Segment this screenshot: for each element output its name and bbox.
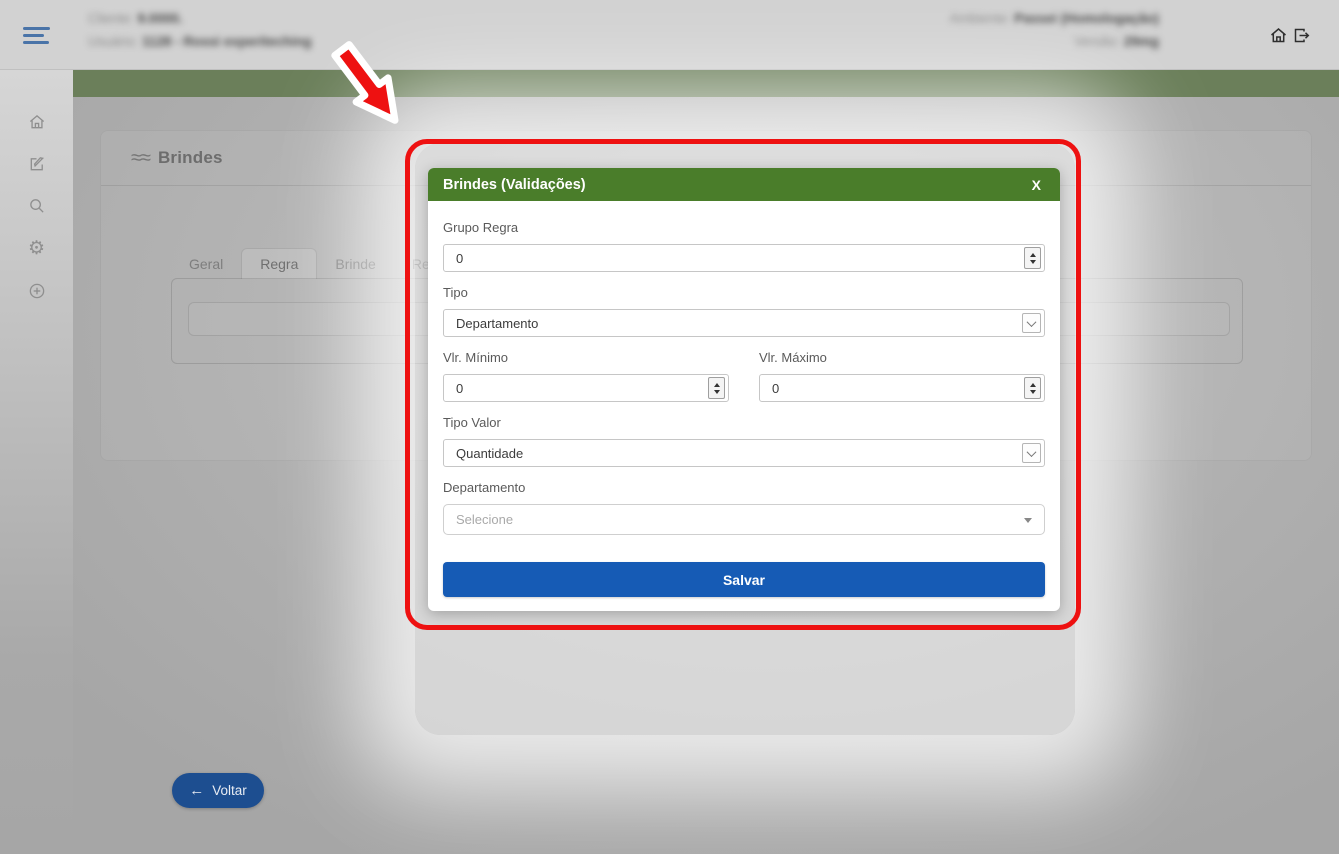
modal-body: Grupo Regra Tipo Departamento Vlr. Mínim… [428,201,1060,597]
client-label: Cliente: [88,11,134,26]
field-tipo-valor: Tipo Valor Quantidade [443,415,1045,467]
plus-circle-icon[interactable] [27,281,47,301]
close-icon[interactable]: X [1028,175,1045,195]
back-arrow-icon: ← [189,782,205,799]
env-version-info-blurred: Ambiente: Passei (Homologação) Versão: 2… [950,11,1159,57]
number-spinner-icon[interactable] [708,377,725,399]
tipo-select[interactable]: Departamento [443,309,1045,337]
tipo-label: Tipo [443,285,468,300]
vlr-maximo-input[interactable] [759,374,1045,402]
vlr-minimo-label: Vlr. Mínimo [443,350,509,365]
grupo-regra-label: Grupo Regra [443,220,519,235]
field-grupo-regra: Grupo Regra [443,220,1045,272]
top-header-bar: Cliente: 9.0000. Usuário: 1128 - Rossi e… [0,0,1339,70]
user-value: 1128 - Rossi experiteching [142,34,312,49]
tipo-valor-select[interactable]: Quantidade [443,439,1045,467]
grupo-regra-input-value[interactable] [456,245,1044,271]
vlr-maximo-input-value[interactable] [772,375,1044,401]
home-icon[interactable] [27,112,47,132]
search-icon[interactable] [27,196,47,216]
chevron-down-icon[interactable] [1022,443,1041,463]
version-label: Versão: [1074,34,1120,49]
grupo-regra-input[interactable] [443,244,1045,272]
chevron-down-icon[interactable] [1022,313,1041,333]
field-vlr-minimo: Vlr. Mínimo [443,350,729,402]
salvar-button[interactable]: Salvar [443,562,1045,597]
brindes-validacoes-modal: Brindes (Validações) X Grupo Regra Tipo … [428,168,1060,611]
gear-icon[interactable]: ⚙ [27,238,47,258]
field-row-vlr: Vlr. Mínimo Vlr. Máximo [443,350,1045,402]
version-value: 29mg [1123,34,1159,49]
tipo-valor-select-value: Quantidade [456,445,524,461]
user-label: Usuário: [88,34,139,49]
field-departamento: Departamento Selecione [443,480,1045,535]
edit-icon[interactable] [27,154,47,174]
client-value: 9.0000. [137,11,183,26]
page-title: Brindes [157,148,223,167]
modal-header: Brindes (Validações) X [428,168,1060,201]
modal-title: Brindes (Validações) [443,176,586,193]
tipo-valor-label: Tipo Valor [443,415,501,430]
vlr-maximo-label: Vlr. Máximo [759,350,827,365]
vlr-minimo-input[interactable] [443,374,729,402]
home-icon[interactable] [1269,26,1288,45]
client-user-info-blurred: Cliente: 9.0000. Usuário: 1128 - Rossi e… [88,11,312,57]
env-value: Passei (Homologação) [1014,11,1159,26]
number-spinner-icon[interactable] [1024,247,1041,269]
waves-icon: ≈≈ [131,146,151,169]
hamburger-menu-icon[interactable] [23,27,51,45]
vlr-minimo-input-value[interactable] [456,375,728,401]
logout-icon[interactable] [1292,26,1311,45]
voltar-button-label: Voltar [212,783,247,798]
departamento-label: Departamento [443,480,526,495]
voltar-button[interactable]: ← Voltar [172,773,264,808]
tab-regra[interactable]: Regra [241,248,318,279]
env-label: Ambiente: [949,11,1011,26]
page-green-banner [73,70,1339,97]
sidebar-nav: ⚙ [0,70,73,854]
tipo-select-value: Departamento [456,315,539,331]
departamento-select[interactable]: Selecione [443,504,1045,535]
field-vlr-maximo: Vlr. Máximo [759,350,1045,402]
number-spinner-icon[interactable] [1024,377,1041,399]
tab-brinde[interactable]: Brinde [317,249,393,279]
caret-down-icon [1024,518,1032,523]
tab-geral[interactable]: Geral [171,249,241,279]
departamento-placeholder: Selecione [456,512,514,527]
field-tipo: Tipo Departamento [443,285,1045,337]
